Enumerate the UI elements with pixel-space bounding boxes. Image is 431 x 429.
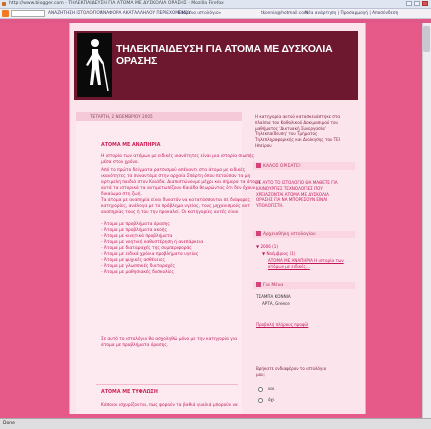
post-line: Κάποιοι ισχυρίζονται, πως φορούν τα βαθι… xyxy=(101,403,238,408)
about-me-heading-text: Για Μένα xyxy=(263,283,284,288)
window-title: http://www.blogger.com - ΤΗΛΕΚΠΑΙΔΕΥΣΗ Γ… xyxy=(9,1,224,6)
next-blog-link[interactable]: Επόμενο ιστολόγιο» xyxy=(178,9,221,18)
full-profile-link[interactable]: Προβολή πλήρους προφίλ xyxy=(256,322,308,328)
full-profile-link-text[interactable]: Προβολή πλήρους προφίλ xyxy=(256,322,308,328)
heading-bullet-icon xyxy=(256,282,261,287)
archive-year-label[interactable]: ▼ 2006 (1) xyxy=(256,244,278,250)
blog-title-line2[interactable]: ΟΡΑΣΗΣ xyxy=(116,56,356,68)
archive-post-line[interactable]: ΑΤΟΜΑ ΜΕ ΑΝΑΠΗΡΙΑ Η ιστορία των xyxy=(268,258,344,264)
blind-person-logo-icon xyxy=(77,33,112,97)
post-paragraph-2: Από το πρώτο δείγματα ρατσισμού απέναντι… xyxy=(101,168,261,198)
archive-heading: Αρχειοθήκη ιστολογίου xyxy=(256,231,316,238)
post-paragraph-1: Η ιστορία των ατόμων με ειδικές ικανότητ… xyxy=(101,154,254,166)
poll-no-text[interactable]: όχι xyxy=(268,397,274,403)
post-divider xyxy=(96,384,238,385)
archive-post-line[interactable]: ατόμων με ειδικές... xyxy=(268,264,344,270)
blog-title[interactable]: ΤΗΛΕΚΠΑΙΔΕΥΣΗ ΓΙΑ ΑΤΟΜΑ ΜΕ ΔΥΣΚΟΛΙΑ ΟΡΑΣ… xyxy=(116,44,356,68)
vertical-scrollbar[interactable] xyxy=(422,23,431,418)
close-button[interactable] xyxy=(422,1,428,6)
profile-name-text[interactable]: ΤΣΑΜΠΑ ΚΟΝΝΙΑ xyxy=(256,294,291,300)
about-line: Η κατηγορία αυτού κατασκευάστηκε στα xyxy=(255,114,341,119)
minimize-button[interactable] xyxy=(406,1,412,6)
welcome-line: ΣΕ ΑΥΤΟ ΤΟ ΙΣΤΟΛΟΓΙΟ ΘΑ ΜΑΘΕΤΕ ΓΙΑ xyxy=(256,180,338,185)
archive-month-label[interactable]: ▼ Νοέμβριος (1) xyxy=(262,251,295,257)
post-line: μέσα στον χρόνο. xyxy=(101,160,139,165)
blog-search-input[interactable] xyxy=(11,10,45,17)
poll-question: Βρήκατε ενδιαφέρον το ιστολόγιο μου; xyxy=(256,366,326,378)
post-title-2[interactable]: ΑΤΟΜΑ ΜΕ ΤΥΦΛΩΣΗ xyxy=(101,390,158,395)
user-email: tkonnia@hotmail.com xyxy=(261,11,309,16)
about-line: Ηπείρου xyxy=(255,142,272,148)
blogger-logo-icon[interactable] xyxy=(2,10,9,17)
blogger-user-links[interactable]: Νέα ανάρτηση | Προσαρμογή | Αποσύνδεση xyxy=(305,9,398,18)
poll-no-label[interactable]: όχι xyxy=(268,397,274,403)
post-line: αναπηρίας τους ή του την προκαλεί. Οι κα… xyxy=(101,210,239,215)
search-blog-link[interactable]: ΑΝΑΖΗΤΗΣΗ ΙΣΤΟΛΟΓΙΟΥ xyxy=(48,9,102,18)
poll-yes-text[interactable]: ναι xyxy=(268,386,274,392)
post-date: ΤΕΤΑΡΤΗ, 2 ΝΟΕΜΒΡΙΟΥ 2005 xyxy=(90,114,153,119)
profile-name[interactable]: ΤΣΑΜΠΑ ΚΟΝΝΙΑ xyxy=(256,294,291,300)
archive-post-link[interactable]: ΑΤΟΜΑ ΜΕ ΑΝΑΠΗΡΙΑ Η ιστορία των ατόμων μ… xyxy=(268,258,344,270)
profile-location: ΑΡΤΑ, Greece xyxy=(262,301,290,307)
welcome-heading: ΚΑΛΟΣ ΟΡΙΣΑΤΕ! xyxy=(256,163,301,170)
heading-bullet-icon xyxy=(256,163,261,168)
welcome-text: ΣΕ ΑΥΤΟ ΤΟ ΙΣΤΟΛΟΓΙΟ ΘΑ ΜΑΘΕΤΕ ΓΙΑ ΚΑΙΝΟ… xyxy=(256,180,338,209)
list-item: - Άτομα με μαθησιακές δυσκολίες xyxy=(101,270,174,275)
profile-location-text: ΑΡΤΑ, Greece xyxy=(262,301,290,306)
welcome-line: ΥΠΟΛΟΓΙΣΤΗ. xyxy=(256,203,284,209)
post-paragraph-3: Τα άτομα με αναπηρία είναι δυνατόν να κα… xyxy=(101,198,250,216)
sidebar-about: Η κατηγορία αυτού κατασκευάστηκε στα πλα… xyxy=(255,114,355,149)
disability-list: - Άτομα με προβλήματα όρασης - Άτομα με … xyxy=(101,222,236,276)
maximize-button[interactable] xyxy=(414,1,420,6)
status-bar: Done xyxy=(0,418,431,429)
archive-heading-text: Αρχειοθήκη ιστολογίου xyxy=(263,232,316,237)
blog-title-line1[interactable]: ΤΗΛΕΚΠΑΙΔΕΥΣΗ ΓΙΑ ΑΤΟΜΑ ΜΕ ΔΥΣΚΟΛΙΑ xyxy=(116,44,356,56)
post-paragraph-5: Κάποιοι ισχυρίζονται, πως φορούν τα βαθι… xyxy=(101,403,238,409)
heading-bullet-icon xyxy=(256,231,261,236)
archive-month[interactable]: ▼ Νοέμβριος (1) xyxy=(262,251,295,257)
post-title[interactable]: ΑΤΟΜΑ ΜΕ ΑΝΑΠΗΡΙΑ xyxy=(101,143,160,148)
poll-yes-radio[interactable] xyxy=(258,387,263,392)
about-me-heading: Για Μένα xyxy=(256,282,283,289)
blogger-navbar: ΑΝΑΖΗΤΗΣΗ ΙΣΤΟΛΟΓΙΟΥ ΑΝΑΦΟΡΑ ΑΚΑΤΑΛΛΗΛΟΥ… xyxy=(0,9,431,19)
post-line: άτομα με προβλήματα όρασης. xyxy=(101,343,169,348)
browser-title-bar: http://www.blogger.com - ΤΗΛΕΚΠΑΙΔΕΥΣΗ Γ… xyxy=(0,0,431,9)
welcome-heading-text: ΚΑΛΟΣ ΟΡΙΣΑΤΕ! xyxy=(263,164,301,169)
poll-yes-label[interactable]: ναι xyxy=(268,386,274,392)
post-date-bar: ΤΕΤΑΡΤΗ, 2 ΝΟΕΜΒΡΙΟΥ 2005 xyxy=(76,112,242,121)
archive-year[interactable]: ▼ 2006 (1) xyxy=(256,244,278,250)
post-paragraph-4: Σε αυτό το ιστολόγιο θα ασχοληθώ μόνο με… xyxy=(101,337,237,349)
poll-no-radio[interactable] xyxy=(258,398,263,403)
firefox-icon xyxy=(2,2,6,6)
poll-question-line: Βρήκατε ενδιαφέρον το ιστολόγιο xyxy=(256,366,327,371)
poll-question-line: μου; xyxy=(256,371,265,377)
scrollbar-thumb[interactable] xyxy=(423,26,430,52)
